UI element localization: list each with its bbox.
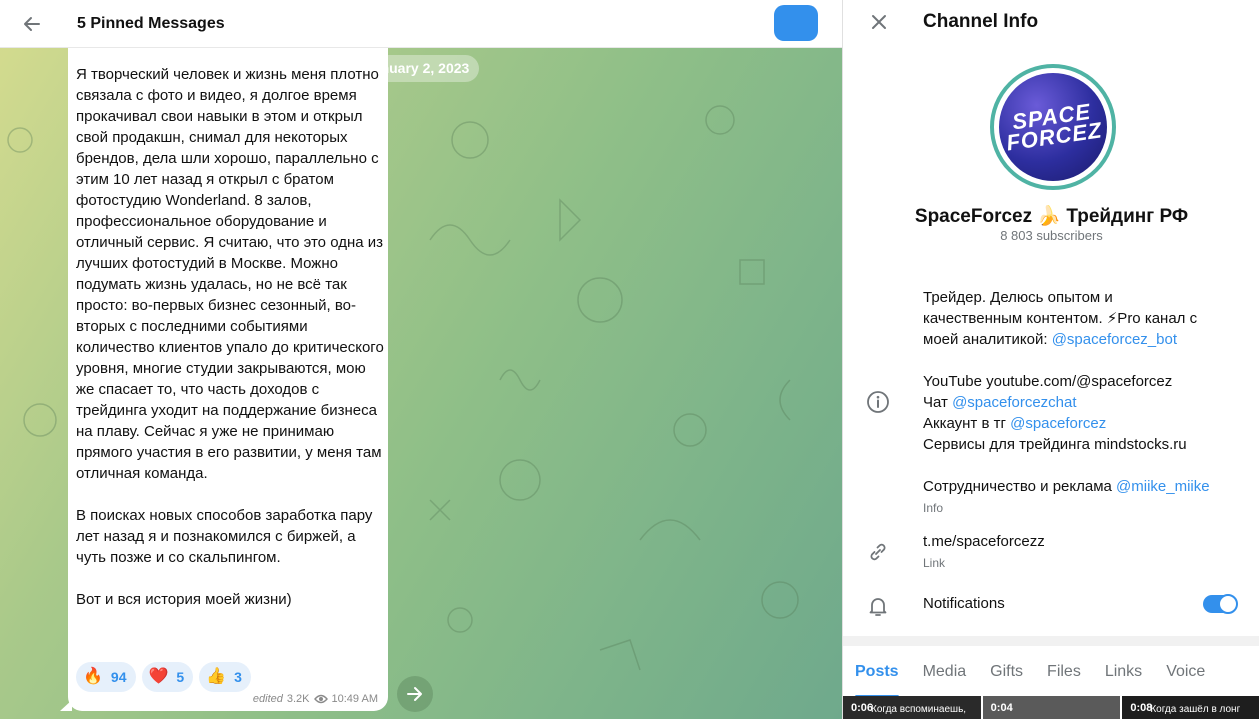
message-meta: edited 3.2K 10:49 AM — [253, 693, 378, 705]
eye-icon — [313, 694, 328, 704]
collab-line: Сотрудничество и реклама @miike_miike — [923, 476, 1243, 497]
channel-description: Трейдер. Делюсь опытом и качественным ко… — [923, 287, 1243, 516]
close-icon — [872, 15, 886, 29]
description-text: Аккаунт в тг — [923, 415, 1011, 432]
subscriber-count: 8 803 subscribers — [1000, 228, 1103, 243]
post-thumbnail[interactable]: 0:08 Когда зашёл в лонг — [1122, 696, 1259, 719]
tab-links[interactable]: Links — [1093, 654, 1154, 694]
arrow-right-icon — [407, 687, 422, 701]
chat-pane: 5 Pinned Messages January 2, 2023 Я твор… — [0, 0, 842, 719]
section-divider — [843, 636, 1259, 646]
link-icon — [865, 539, 891, 565]
link-label: Link — [923, 556, 946, 570]
video-duration: 0:06 — [851, 702, 874, 714]
reaction-thumbs-up[interactable]: 👍 3 — [199, 662, 251, 692]
tab-voice[interactable]: Voice — [1154, 654, 1217, 694]
info-label: Info — [923, 501, 944, 515]
reactions-bar: 🔥 94 ❤️ 5 👍 3 — [76, 662, 251, 692]
account-link[interactable]: @spaceforcez — [1010, 415, 1106, 432]
heart-emoji-icon: ❤️ — [148, 668, 169, 685]
video-duration: 0:04 — [990, 702, 1013, 714]
avatar-logo-text: SPACE FORCEZ — [1004, 98, 1104, 156]
notifications-toggle[interactable] — [1203, 594, 1238, 614]
collab-link[interactable]: @miike_miike — [1116, 478, 1210, 495]
reaction-heart[interactable]: ❤️ 5 — [141, 662, 194, 692]
chat-line: Чат @spaceforcezchat — [923, 392, 1243, 413]
link-body: t.me/spaceforcezz Link — [923, 531, 1243, 571]
tab-files[interactable]: Files — [1035, 654, 1093, 694]
youtube-line: YouTube youtube.com/@spaceforcez — [923, 373, 1173, 390]
description-text: Сотрудничество и реклама — [923, 478, 1117, 495]
avatar-image: SPACE FORCEZ — [999, 73, 1107, 181]
services-line: Сервисы для трейдинга mindstocks.ru — [923, 436, 1187, 453]
info-header: Channel Info — [843, 0, 1259, 44]
message-bubble[interactable]: Я творческий человек и жизнь меня плотно… — [68, 48, 388, 711]
chat-link[interactable]: @spaceforcezchat — [952, 394, 1076, 411]
tab-media[interactable]: Media — [911, 654, 979, 694]
info-title: Channel Info — [923, 11, 1039, 32]
description-line: моей аналитикой: @spaceforcez_bot — [923, 329, 1243, 350]
close-button[interactable] — [859, 2, 899, 42]
thumbs-up-emoji-icon: 👍 — [206, 668, 227, 685]
reaction-count: 94 — [110, 669, 127, 685]
fire-emoji-icon: 🔥 — [83, 668, 103, 685]
channel-link[interactable]: t.me/spaceforcezz — [923, 531, 1243, 552]
media-tabs: Posts Media Gifts Files Links Voice — [843, 654, 1259, 698]
post-thumbnail[interactable]: 0:06 Когда вспоминаешь, — [843, 696, 981, 719]
thumbnail-caption: Когда зашёл в лонг — [1150, 704, 1241, 715]
message-text: Я творческий человек и жизнь меня плотно… — [76, 66, 384, 608]
description-text: Чат — [923, 394, 953, 411]
info-icon — [865, 389, 891, 415]
pinned-messages-title: 5 Pinned Messages — [77, 14, 225, 32]
description-line: Трейдер. Делюсь опытом и — [923, 289, 1113, 306]
reaction-count: 5 — [176, 669, 185, 685]
description-text: моей аналитикой: — [923, 331, 1052, 348]
arrow-left-icon — [24, 16, 40, 31]
tab-gifts[interactable]: Gifts — [978, 654, 1035, 694]
reaction-fire[interactable]: 🔥 94 — [76, 662, 136, 692]
forward-button[interactable] — [397, 676, 433, 712]
chat-header: 5 Pinned Messages — [0, 0, 842, 48]
channel-info-pane: Channel Info SPACE FORCEZ SpaceForcez 🍌 … — [842, 0, 1259, 719]
bot-link[interactable]: @spaceforcez_bot — [1052, 331, 1177, 348]
description-line: качественным контентом. ⚡Pro канал с — [923, 310, 1198, 327]
post-thumbnails: 0:06 Когда вспоминаешь, 0:04 0:08 Когда … — [843, 696, 1259, 719]
header-action-button[interactable] — [774, 5, 818, 41]
video-duration: 0:08 — [1130, 702, 1153, 714]
thumbnail-caption: Когда вспоминаешь, — [871, 704, 967, 715]
tab-posts[interactable]: Posts — [843, 654, 911, 698]
back-button[interactable] — [8, 0, 56, 48]
post-thumbnail[interactable]: 0:04 — [982, 696, 1121, 719]
reaction-count: 3 — [234, 669, 242, 685]
message-time: 10:49 AM — [331, 693, 378, 705]
account-line: Аккаунт в тг @spaceforcez — [923, 413, 1243, 434]
channel-name: SpaceForcez 🍌 Трейдинг РФ — [914, 206, 1189, 227]
bell-icon — [865, 593, 891, 619]
edited-label: edited — [252, 693, 283, 705]
views-count: 3.2K — [286, 693, 310, 705]
channel-avatar[interactable]: SPACE FORCEZ — [990, 64, 1116, 190]
notifications-label: Notifications — [923, 595, 1005, 612]
